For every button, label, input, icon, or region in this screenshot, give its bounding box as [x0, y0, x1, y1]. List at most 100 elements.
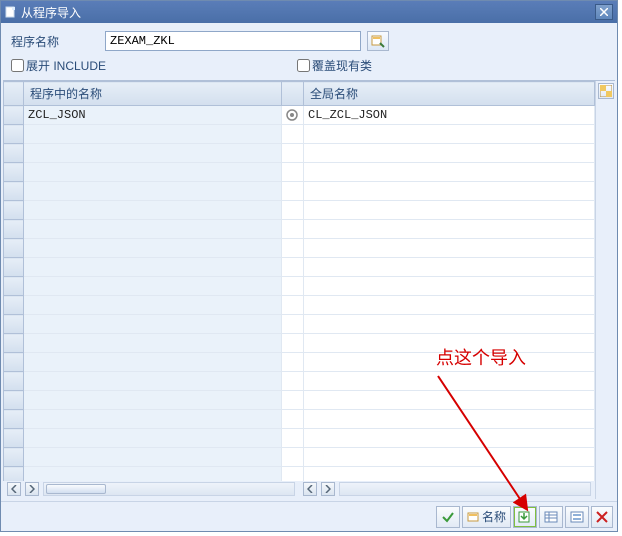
cell-global-name[interactable]: [304, 163, 595, 182]
cell-program-name[interactable]: [24, 372, 282, 391]
row-selector[interactable]: [4, 163, 24, 182]
cell-status-icon[interactable]: [282, 220, 304, 239]
cell-global-name[interactable]: [304, 353, 595, 372]
cell-status-icon[interactable]: [282, 182, 304, 201]
table-row[interactable]: [4, 429, 595, 448]
import-button[interactable]: [513, 506, 537, 528]
cell-status-icon[interactable]: [282, 258, 304, 277]
cell-status-icon[interactable]: [282, 163, 304, 182]
row-selector[interactable]: [4, 258, 24, 277]
cell-program-name[interactable]: [24, 448, 282, 467]
col-program-name[interactable]: 程序中的名称: [24, 82, 282, 106]
row-selector[interactable]: [4, 429, 24, 448]
cell-program-name[interactable]: [24, 163, 282, 182]
cell-program-name[interactable]: [24, 429, 282, 448]
scroll-thumb-1[interactable]: [46, 484, 106, 494]
cell-global-name[interactable]: [304, 410, 595, 429]
row-selector[interactable]: [4, 296, 24, 315]
row-selector-header[interactable]: [4, 82, 24, 106]
table-row[interactable]: [4, 220, 595, 239]
row-selector[interactable]: [4, 125, 24, 144]
row-selector[interactable]: [4, 467, 24, 482]
row-selector[interactable]: [4, 372, 24, 391]
row-selector[interactable]: [4, 144, 24, 163]
row-selector[interactable]: [4, 220, 24, 239]
cell-status-icon[interactable]: [282, 296, 304, 315]
row-selector[interactable]: [4, 448, 24, 467]
cell-global-name[interactable]: [304, 182, 595, 201]
table-row[interactable]: [4, 296, 595, 315]
cell-program-name[interactable]: [24, 296, 282, 315]
name-button[interactable]: 名称: [462, 506, 511, 528]
cancel-button[interactable]: [591, 506, 613, 528]
table-row[interactable]: [4, 410, 595, 429]
cell-status-icon[interactable]: [282, 334, 304, 353]
cell-global-name[interactable]: [304, 239, 595, 258]
cell-program-name[interactable]: [24, 467, 282, 482]
row-selector[interactable]: [4, 182, 24, 201]
table-row[interactable]: [4, 239, 595, 258]
cell-program-name[interactable]: [24, 125, 282, 144]
overwrite-checkbox[interactable]: [297, 59, 310, 72]
cell-global-name[interactable]: [304, 277, 595, 296]
row-selector[interactable]: [4, 353, 24, 372]
row-selector[interactable]: [4, 277, 24, 296]
row-selector[interactable]: [4, 334, 24, 353]
row-selector[interactable]: [4, 239, 24, 258]
cell-global-name[interactable]: [304, 125, 595, 144]
cell-status-icon[interactable]: [282, 277, 304, 296]
row-selector[interactable]: [4, 391, 24, 410]
cell-global-name[interactable]: [304, 144, 595, 163]
scroll-right-1[interactable]: [25, 482, 39, 496]
table-row[interactable]: [4, 144, 595, 163]
cell-status-icon[interactable]: [282, 372, 304, 391]
table-row[interactable]: [4, 277, 595, 296]
table-row[interactable]: [4, 334, 595, 353]
accept-button[interactable]: [436, 506, 460, 528]
table-view-button[interactable]: [539, 506, 563, 528]
cell-status-icon[interactable]: [282, 201, 304, 220]
cell-program-name[interactable]: [24, 182, 282, 201]
cell-program-name[interactable]: [24, 144, 282, 163]
cell-program-name[interactable]: [24, 201, 282, 220]
row-selector[interactable]: [4, 201, 24, 220]
cell-program-name[interactable]: [24, 334, 282, 353]
table-row[interactable]: [4, 201, 595, 220]
row-selector[interactable]: [4, 106, 24, 125]
cell-program-name[interactable]: [24, 239, 282, 258]
close-button[interactable]: [595, 4, 613, 20]
cell-program-name[interactable]: [24, 353, 282, 372]
table-settings-button[interactable]: [598, 83, 614, 99]
cell-status-icon[interactable]: [282, 429, 304, 448]
cell-global-name[interactable]: [304, 296, 595, 315]
table-row[interactable]: ZCL_JSON CL_ZCL_JSON: [4, 106, 595, 125]
col-status-icon[interactable]: [282, 82, 304, 106]
cell-status-icon[interactable]: [282, 467, 304, 482]
cell-global-name[interactable]: [304, 448, 595, 467]
row-selector[interactable]: [4, 315, 24, 334]
table-row[interactable]: [4, 448, 595, 467]
cell-status-icon[interactable]: [282, 106, 304, 125]
cell-status-icon[interactable]: [282, 391, 304, 410]
program-name-input[interactable]: [105, 31, 361, 51]
cell-program-name[interactable]: ZCL_JSON: [24, 106, 282, 125]
cell-program-name[interactable]: [24, 277, 282, 296]
cell-status-icon[interactable]: [282, 239, 304, 258]
cell-status-icon[interactable]: [282, 353, 304, 372]
cell-global-name[interactable]: [304, 372, 595, 391]
cell-global-name[interactable]: CL_ZCL_JSON: [304, 106, 595, 125]
table-row[interactable]: [4, 258, 595, 277]
scroll-track-2[interactable]: [339, 482, 591, 496]
cell-status-icon[interactable]: [282, 144, 304, 163]
cell-program-name[interactable]: [24, 391, 282, 410]
scroll-left-1[interactable]: [7, 482, 21, 496]
col-global-name[interactable]: 全局名称: [304, 82, 595, 106]
value-help-button[interactable]: [367, 31, 389, 51]
expand-include-checkbox[interactable]: [11, 59, 24, 72]
table-row[interactable]: [4, 163, 595, 182]
cell-program-name[interactable]: [24, 258, 282, 277]
cell-status-icon[interactable]: [282, 125, 304, 144]
cell-program-name[interactable]: [24, 315, 282, 334]
cell-program-name[interactable]: [24, 220, 282, 239]
cell-global-name[interactable]: [304, 315, 595, 334]
